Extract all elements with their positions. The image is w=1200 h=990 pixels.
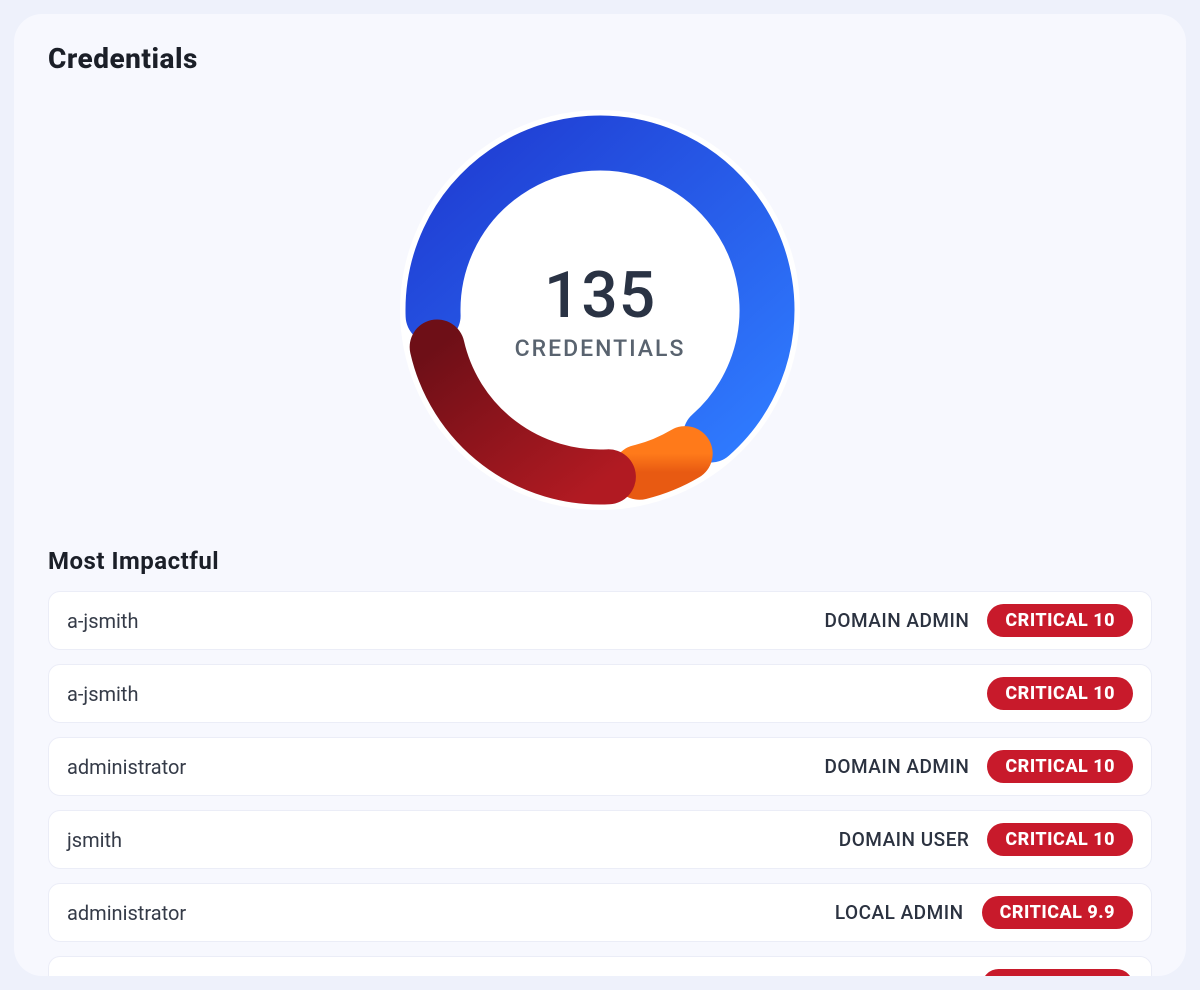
- credential-name: administrator: [67, 755, 824, 779]
- severity-badge: CRITICAL 10: [987, 823, 1133, 856]
- list-title: Most Impactful: [48, 547, 1152, 575]
- list-item[interactable]: a-jsmithCRITICAL 10: [48, 664, 1152, 723]
- credential-name: jsmith: [67, 828, 839, 852]
- credential-name: a-jsmith: [67, 682, 987, 706]
- severity-badge: CRITICAL 10: [987, 604, 1133, 637]
- severity-badge: CRITICAL 10: [987, 750, 1133, 783]
- credential-role: LOCAL ADMIN: [835, 901, 964, 924]
- donut-total-value: 135: [544, 258, 656, 333]
- list-item[interactable]: a-jsmithDOMAIN ADMIN CRITICAL 10: [48, 591, 1152, 650]
- donut-center: 135 CREDENTIALS: [400, 110, 800, 510]
- credential-name: admin: [67, 974, 784, 977]
- credentials-list: a-jsmithDOMAIN ADMINCRITICAL 10a-jsmithC…: [48, 591, 1152, 976]
- credential-name: a-jsmith: [67, 609, 824, 633]
- severity-badge: CRITICAL 9.9: [982, 896, 1133, 929]
- donut-chart-container: 135 CREDENTIALS: [48, 85, 1152, 535]
- list-item[interactable]: jsmithDOMAIN USER CRITICAL 10: [48, 810, 1152, 869]
- donut-chart: 135 CREDENTIALS: [400, 110, 800, 510]
- severity-badge: CRITICAL 10: [987, 677, 1133, 710]
- severity-badge: CRITICAL 9.8: [982, 969, 1133, 976]
- list-item[interactable]: administratorLOCAL ADMIN CRITICAL 9.9: [48, 883, 1152, 942]
- card-title: Credentials: [48, 42, 1152, 75]
- list-item[interactable]: adminAPPLICATION USER CRITICAL 9.8: [48, 956, 1152, 976]
- credential-role: DOMAIN USER: [839, 828, 970, 851]
- credential-name: administrator: [67, 901, 835, 925]
- credential-role: DOMAIN ADMIN: [824, 755, 969, 778]
- credential-role: APPLICATION USER: [784, 974, 963, 976]
- donut-total-label: CREDENTIALS: [515, 335, 686, 362]
- list-item[interactable]: administratorDOMAIN ADMIN CRITICAL 10: [48, 737, 1152, 796]
- credentials-card: Credentials: [14, 14, 1186, 976]
- credential-role: DOMAIN ADMIN: [824, 609, 969, 632]
